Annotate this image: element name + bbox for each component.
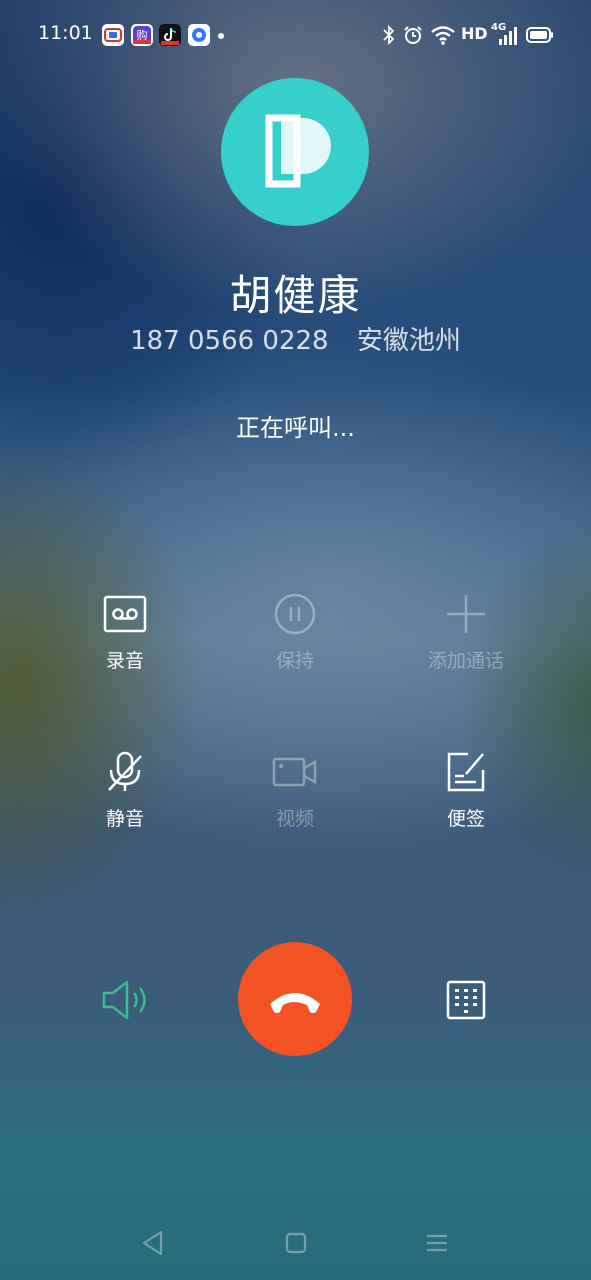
speaker-icon bbox=[102, 980, 146, 1020]
speaker-button[interactable] bbox=[100, 976, 152, 1028]
status-time: 11:01 bbox=[38, 22, 93, 44]
dialpad-button[interactable] bbox=[446, 980, 486, 1024]
app-notification-icon bbox=[188, 24, 210, 46]
video-label: 视频 bbox=[275, 808, 314, 830]
plus-icon bbox=[447, 595, 485, 633]
wifi-icon bbox=[430, 24, 456, 50]
hd-voice-indicator: HD bbox=[461, 24, 488, 43]
video-button[interactable]: 视频 bbox=[225, 750, 365, 831]
app-notification-icon: 购 bbox=[131, 24, 153, 46]
note-edit-icon bbox=[447, 752, 485, 792]
hold-label: 保持 bbox=[275, 650, 314, 672]
bluetooth-icon bbox=[381, 24, 397, 50]
contact-avatar bbox=[221, 78, 369, 226]
nav-menu-button[interactable] bbox=[424, 1228, 450, 1262]
record-icon bbox=[103, 595, 147, 633]
mic-off-icon bbox=[108, 751, 142, 791]
more-notifications-dot bbox=[218, 33, 224, 39]
hold-button[interactable]: 保持 bbox=[225, 592, 365, 673]
end-call-button[interactable] bbox=[238, 942, 352, 1056]
add-call-label: 添加通话 bbox=[427, 650, 504, 672]
notes-button[interactable]: 便签 bbox=[396, 750, 536, 831]
contact-name: 胡健康 bbox=[229, 271, 362, 320]
dialpad-icon bbox=[446, 980, 486, 1020]
phone-number: 187 0566 0228 bbox=[130, 326, 329, 356]
phone-location: 安徽池州 bbox=[356, 326, 461, 356]
tiktok-icon bbox=[159, 24, 181, 46]
home-square-icon bbox=[285, 1232, 307, 1254]
back-triangle-icon bbox=[142, 1230, 163, 1256]
contact-details: 187 0566 0228 安徽池州 bbox=[0, 320, 591, 357]
notes-label: 便签 bbox=[446, 808, 485, 830]
mute-label: 静音 bbox=[105, 808, 144, 830]
video-camera-icon bbox=[272, 757, 317, 787]
pause-icon bbox=[274, 593, 316, 635]
alarm-icon bbox=[402, 24, 424, 50]
mute-button[interactable]: 静音 bbox=[55, 750, 195, 831]
signal-icon bbox=[496, 26, 518, 50]
nav-home-button[interactable] bbox=[283, 1228, 309, 1262]
record-label: 录音 bbox=[105, 650, 144, 672]
contact-avatar-p-icon bbox=[265, 114, 331, 188]
hang-up-icon bbox=[270, 993, 320, 1013]
svg-text:购: 购 bbox=[137, 28, 148, 42]
record-button[interactable]: 录音 bbox=[55, 592, 195, 673]
app-notification-icon bbox=[102, 24, 124, 46]
add-call-button[interactable]: 添加通话 bbox=[396, 592, 536, 673]
nav-back-button[interactable] bbox=[140, 1228, 166, 1262]
battery-icon bbox=[526, 26, 554, 48]
menu-lines-icon bbox=[427, 1234, 447, 1252]
call-status: 正在呼叫... bbox=[236, 414, 355, 442]
